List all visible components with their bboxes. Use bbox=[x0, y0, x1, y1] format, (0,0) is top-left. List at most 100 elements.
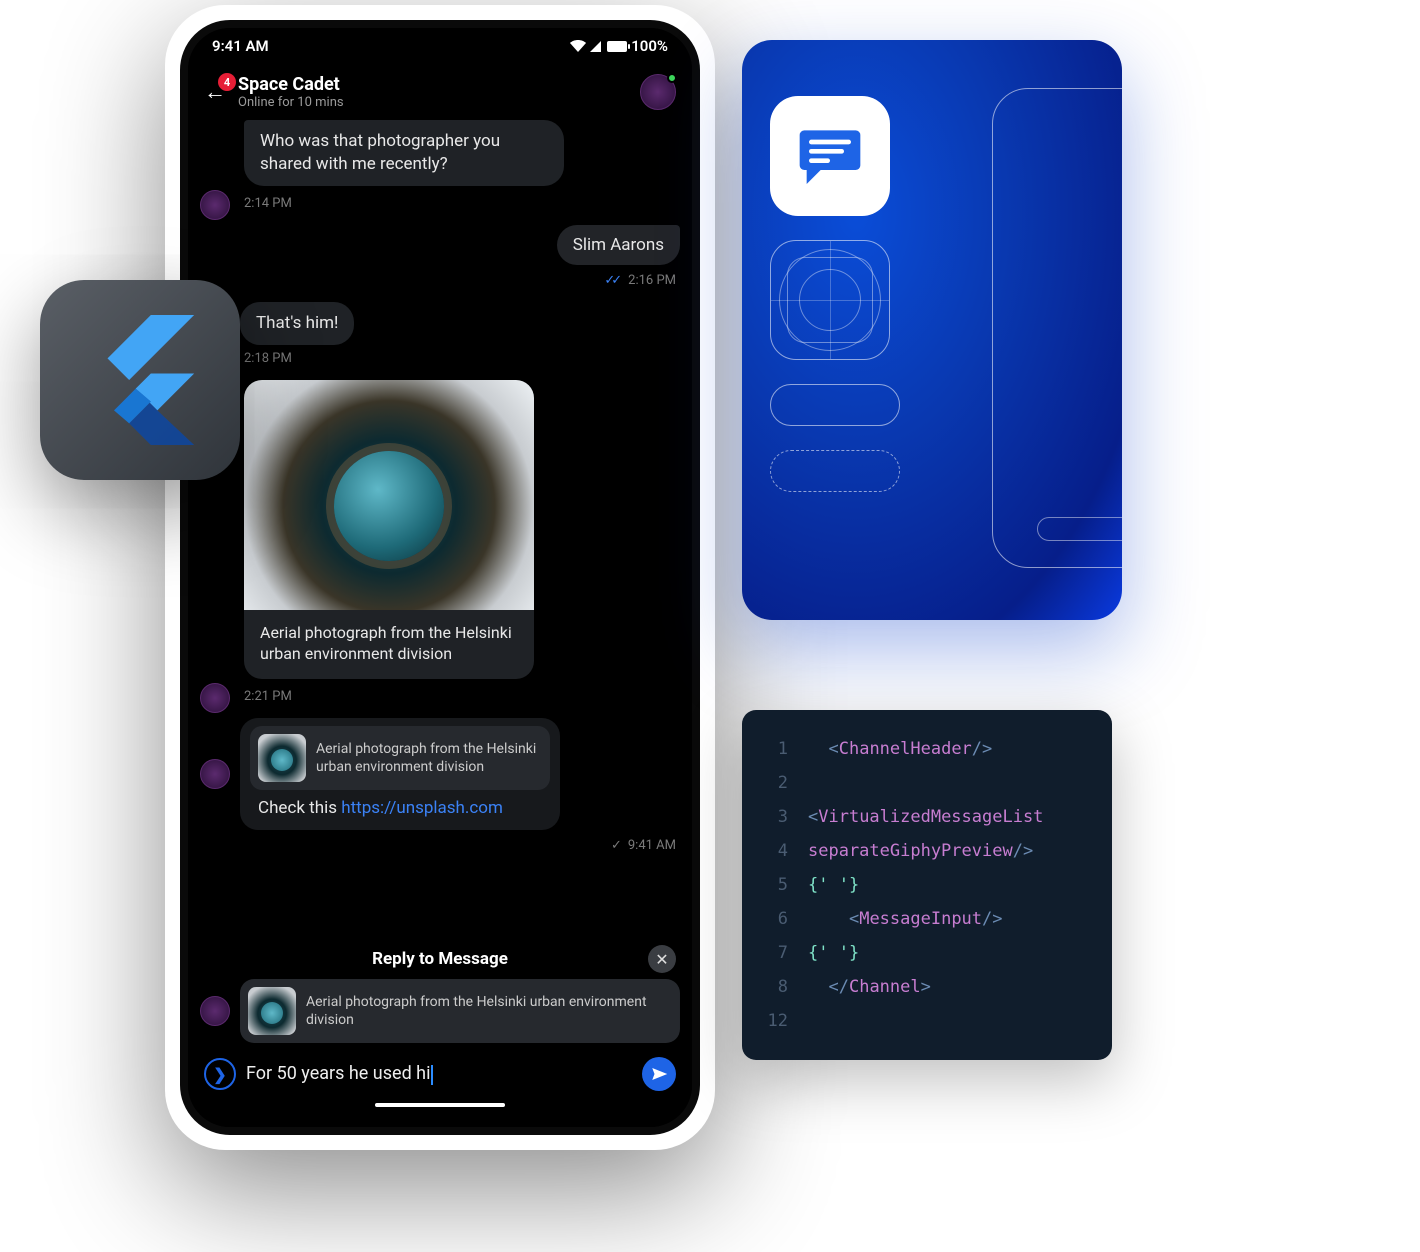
message-input[interactable]: For 50 years he used hi bbox=[246, 1063, 632, 1084]
line-number: 3 bbox=[758, 800, 788, 834]
text-cursor-icon bbox=[431, 1065, 433, 1085]
online-dot-icon bbox=[667, 73, 677, 83]
read-checks-icon: ✓✓ bbox=[604, 273, 618, 288]
timestamp-text: 9:41 AM bbox=[628, 838, 676, 853]
close-reply-button[interactable]: ✕ bbox=[648, 945, 676, 973]
wireframe-home-bar bbox=[1037, 517, 1122, 541]
wireframe-pill bbox=[770, 384, 900, 426]
message-timestamp: ✓ 9:41 AM bbox=[200, 838, 676, 853]
line-number: 6 bbox=[758, 902, 788, 936]
input-row: ❯ For 50 years he used hi bbox=[200, 1053, 680, 1095]
reply-header: Reply to Message ✕ bbox=[200, 943, 680, 979]
reply-quote-text: Aerial photograph from the Helsinki urba… bbox=[306, 993, 672, 1029]
code-token: < bbox=[808, 800, 818, 834]
message-row: Aerial photograph from the Helsinki urba… bbox=[200, 718, 680, 830]
chat-icon bbox=[795, 121, 865, 191]
message-row: Aerial photograph from the Helsinki urba… bbox=[244, 380, 680, 679]
battery-icon bbox=[607, 41, 627, 52]
code-token: ChannelHeader bbox=[839, 732, 972, 766]
line-number: 1 bbox=[758, 732, 788, 766]
quote-text: Aerial photograph from the Helsinki urba… bbox=[316, 740, 542, 776]
message-timestamp: 2:14 PM bbox=[244, 196, 680, 211]
message-row: Slim Aarons bbox=[200, 225, 680, 265]
sender-avatar[interactable] bbox=[200, 759, 230, 789]
flutter-logo-tile bbox=[40, 280, 240, 480]
message-row: That's him! bbox=[200, 302, 680, 345]
line-number: 7 bbox=[758, 936, 788, 970]
message-row: Who was that photographer you shared wit… bbox=[200, 120, 680, 186]
message-timestamp: 2:18 PM bbox=[244, 351, 680, 366]
send-button[interactable] bbox=[642, 1057, 676, 1091]
code-line: 12 bbox=[758, 1004, 1092, 1038]
wifi-icon bbox=[570, 40, 586, 52]
sent-check-icon: ✓ bbox=[611, 838, 622, 853]
code-token: {' '} bbox=[808, 868, 859, 902]
message-image[interactable] bbox=[244, 380, 534, 610]
unread-badge: 4 bbox=[218, 73, 236, 91]
sender-avatar[interactable] bbox=[200, 683, 230, 713]
blueprint-left-column bbox=[770, 96, 900, 492]
quote-thumbnail bbox=[258, 734, 306, 782]
code-line: 8 </Channel> bbox=[758, 970, 1092, 1004]
header-avatar[interactable] bbox=[640, 74, 676, 110]
message-link[interactable]: https://unsplash.com bbox=[341, 798, 503, 818]
code-snippet: 1 <ChannelHeader /> 2 3<VirtualizedMessa… bbox=[742, 710, 1112, 1060]
code-token: MessageInput bbox=[859, 902, 982, 936]
input-text: For 50 years he used hi bbox=[246, 1063, 430, 1084]
image-message-card[interactable]: Aerial photograph from the Helsinki urba… bbox=[244, 380, 534, 679]
message-bubble[interactable]: That's him! bbox=[240, 302, 354, 345]
message-bubble[interactable]: Who was that photographer you shared wit… bbox=[244, 120, 564, 186]
signal-icon bbox=[590, 41, 601, 52]
chat-title: Space Cadet bbox=[238, 74, 628, 95]
code-line: 6 <MessageInput /> bbox=[758, 902, 1092, 936]
phone-frame: 9:41 AM 100% ← 4 Space Cadet Online for … bbox=[180, 20, 700, 1135]
send-icon bbox=[650, 1065, 668, 1083]
line-number: 8 bbox=[758, 970, 788, 1004]
code-token: < bbox=[828, 732, 838, 766]
timestamp-text: 2:16 PM bbox=[628, 273, 676, 288]
sender-avatar[interactable] bbox=[200, 190, 230, 220]
home-indicator[interactable] bbox=[375, 1103, 505, 1107]
code-token: {' '} bbox=[808, 936, 859, 970]
expand-button[interactable]: ❯ bbox=[204, 1058, 236, 1090]
code-token: < bbox=[849, 902, 859, 936]
phone-screen: 9:41 AM 100% ← 4 Space Cadet Online for … bbox=[188, 28, 692, 1127]
chat-subtitle: Online for 10 mins bbox=[238, 95, 628, 110]
reply-composer: Reply to Message ✕ Aerial photograph fro… bbox=[188, 935, 692, 1127]
quote-preview[interactable]: Aerial photograph from the Helsinki urba… bbox=[250, 726, 550, 790]
blueprint-card: 100% bbox=[742, 40, 1122, 620]
code-line: 3 <VirtualizedMessageList bbox=[758, 800, 1092, 834]
battery-percent: 100% bbox=[631, 37, 668, 55]
line-number: 12 bbox=[758, 1004, 788, 1038]
quoted-message-bubble[interactable]: Aerial photograph from the Helsinki urba… bbox=[240, 718, 560, 830]
line-number: 2 bbox=[758, 766, 788, 800]
code-token: /> bbox=[982, 902, 1002, 936]
status-bar: 9:41 AM 100% bbox=[188, 28, 692, 64]
line-number: 4 bbox=[758, 834, 788, 868]
code-token: VirtualizedMessageList bbox=[818, 800, 1043, 834]
reply-title: Reply to Message bbox=[372, 949, 508, 969]
reply-thumbnail bbox=[248, 987, 296, 1035]
status-icons: 100% bbox=[570, 37, 668, 55]
code-line: 5 {' '} bbox=[758, 868, 1092, 902]
chat-header: ← 4 Space Cadet Online for 10 mins bbox=[188, 64, 692, 120]
code-token: /> bbox=[972, 732, 992, 766]
back-button[interactable]: ← 4 bbox=[204, 79, 226, 105]
code-line: 7 {' '} bbox=[758, 936, 1092, 970]
message-timestamp: 2:21 PM bbox=[244, 689, 680, 704]
code-token: > bbox=[921, 970, 931, 1004]
header-title-block[interactable]: Space Cadet Online for 10 mins bbox=[238, 74, 628, 110]
wireframe-pill-dashed bbox=[770, 450, 900, 492]
message-bubble[interactable]: Slim Aarons bbox=[557, 225, 680, 265]
message-body: Check this https://unsplash.com bbox=[250, 790, 550, 820]
code-token: </ bbox=[828, 970, 848, 1004]
wireframe-phone: 100% bbox=[992, 88, 1122, 568]
image-caption: Aerial photograph from the Helsinki urba… bbox=[244, 610, 534, 679]
message-list[interactable]: Who was that photographer you shared wit… bbox=[188, 120, 692, 935]
message-timestamp: ✓✓ 2:16 PM bbox=[200, 273, 676, 288]
line-number: 5 bbox=[758, 868, 788, 902]
reply-avatar bbox=[200, 996, 230, 1026]
reply-quote-preview[interactable]: Aerial photograph from the Helsinki urba… bbox=[240, 979, 680, 1043]
status-time: 9:41 AM bbox=[212, 37, 269, 55]
flutter-icon bbox=[85, 315, 195, 445]
